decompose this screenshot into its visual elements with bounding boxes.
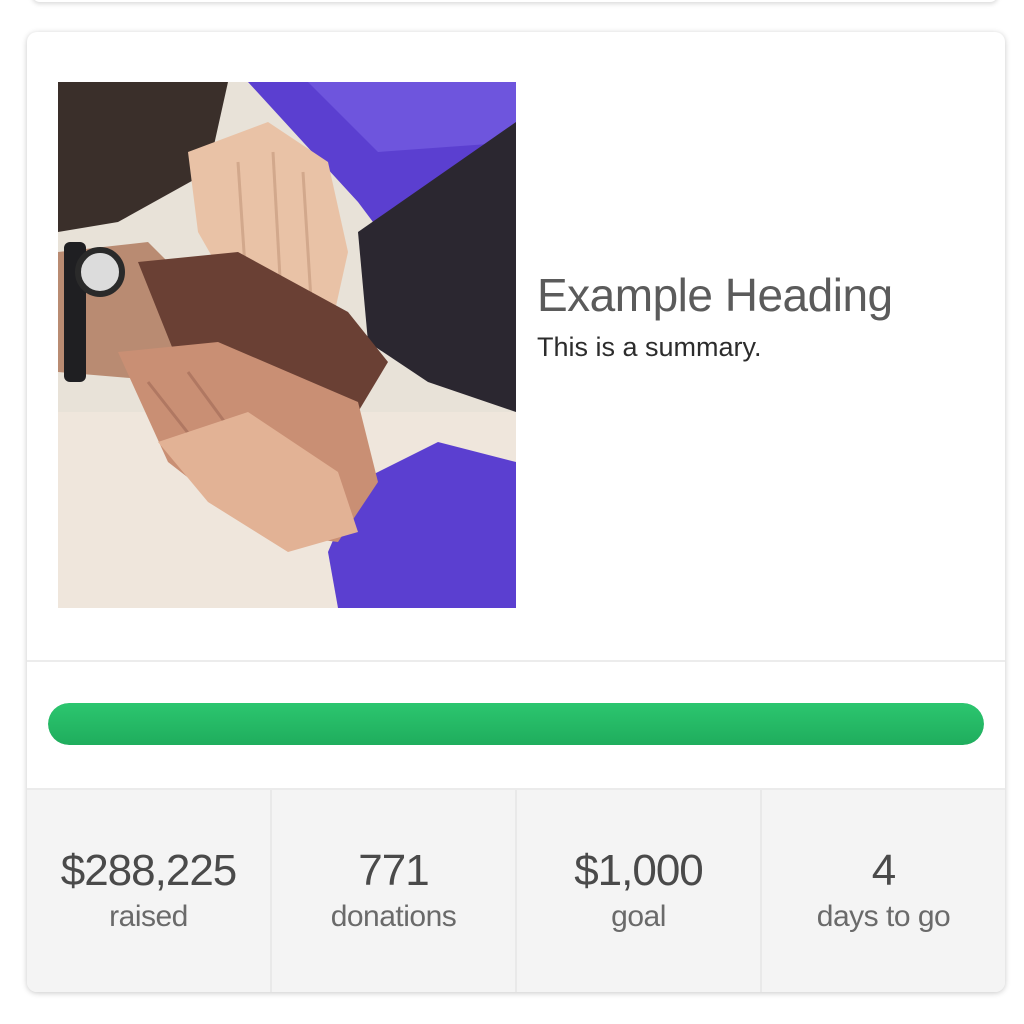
stat-label: days to go bbox=[816, 900, 951, 933]
stat-label: donations bbox=[330, 900, 457, 933]
stat-label: goal bbox=[611, 900, 666, 933]
campaign-summary: This is a summary. bbox=[537, 332, 762, 362]
stat-value: $288,225 bbox=[60, 846, 238, 895]
campaign-heading[interactable]: Example Heading bbox=[537, 264, 977, 326]
stacked-hands-image bbox=[58, 82, 516, 608]
funding-progress-bar bbox=[48, 703, 984, 745]
campaign-media-row: Example Heading This is a summary. bbox=[27, 32, 1005, 660]
campaign-stats: $288,225 raised 771 donations $1,000 goa… bbox=[27, 788, 1005, 992]
stat-days-to-go: 4 days to go bbox=[762, 790, 1005, 992]
stat-goal: $1,000 goal bbox=[517, 790, 762, 992]
stat-value: $1,000 bbox=[574, 846, 704, 895]
campaign-photo bbox=[58, 82, 516, 608]
previous-card-edge bbox=[32, 0, 998, 2]
campaign-text: Example Heading This is a summary. bbox=[537, 264, 977, 364]
divider bbox=[27, 660, 1005, 662]
funding-progress-fill bbox=[48, 703, 984, 745]
stat-raised: $288,225 raised bbox=[27, 790, 272, 992]
stat-donations: 771 donations bbox=[272, 790, 517, 992]
stat-label: raised bbox=[109, 900, 188, 933]
stat-value: 4 bbox=[871, 846, 896, 895]
campaign-card: Example Heading This is a summary. $288,… bbox=[27, 32, 1005, 992]
stat-value: 771 bbox=[358, 846, 429, 895]
